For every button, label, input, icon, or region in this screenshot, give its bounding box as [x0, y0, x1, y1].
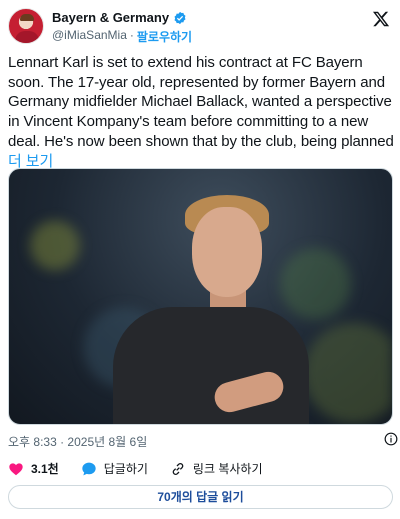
- reply-label: 답글하기: [103, 462, 148, 476]
- author-handle-row: @iMiaSanMia · 팔로우하기: [52, 28, 192, 45]
- copy-link-label: 링크 복사하기: [192, 462, 263, 476]
- reply-bubble-icon: [82, 462, 96, 475]
- follow-button[interactable]: 팔로우하기: [137, 28, 192, 45]
- tweet-photo[interactable]: [8, 168, 393, 425]
- info-icon[interactable]: [384, 432, 398, 446]
- like-count: 3.1천: [31, 462, 59, 476]
- like-button[interactable]: 3.1천: [8, 460, 59, 477]
- tweet-body: Lennart Karl is set to extend his contra…: [8, 54, 394, 150]
- author-handle[interactable]: @iMiaSanMia: [52, 28, 127, 45]
- tweet-header: Bayern & Germany @iMiaSanMia · 팔로우하기: [8, 6, 392, 46]
- reply-button[interactable]: 답글하기: [81, 460, 148, 477]
- read-replies-button[interactable]: 70개의 답글 읽기: [8, 485, 393, 509]
- tweet-actions: 3.1천 답글하기 링크 복사하기: [8, 460, 392, 477]
- tweet-text: Lennart Karl is set to extend his contra…: [8, 53, 396, 171]
- heart-icon: [9, 462, 23, 475]
- author-display-name[interactable]: Bayern & Germany: [52, 10, 169, 25]
- handle-separator: ·: [129, 28, 134, 42]
- tweet-timestamp[interactable]: 오후 8:33 · 2025년 8월 6일: [8, 433, 392, 450]
- link-icon: [172, 462, 184, 475]
- avatar[interactable]: [8, 8, 44, 44]
- author-name-row: Bayern & Germany: [52, 10, 187, 25]
- verified-badge-icon: [173, 11, 187, 25]
- copy-link-button[interactable]: 링크 복사하기: [170, 460, 263, 477]
- show-more-link[interactable]: 더 보기: [8, 153, 53, 170]
- x-logo-icon[interactable]: [372, 10, 390, 28]
